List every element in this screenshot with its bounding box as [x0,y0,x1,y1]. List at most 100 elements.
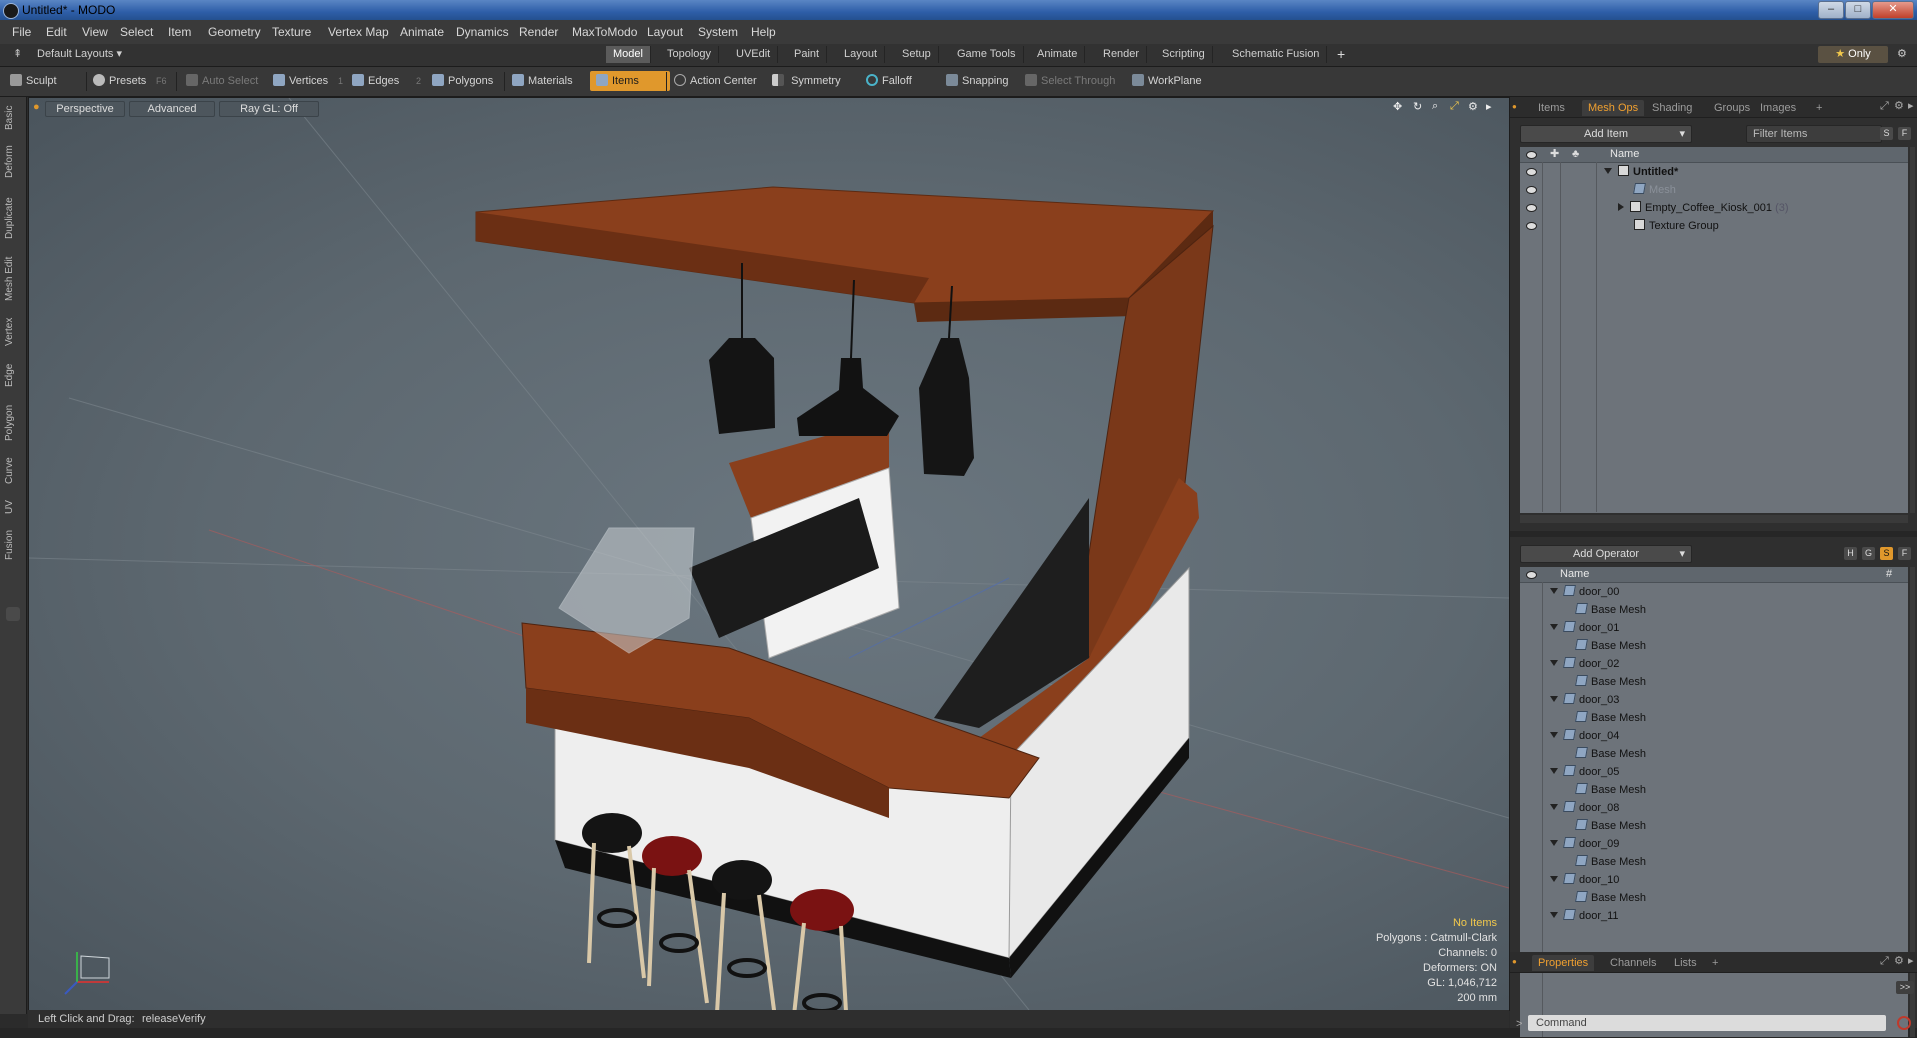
snapping-button[interactable]: Snapping [946,71,1009,91]
meshop-row[interactable]: door_04 [1520,727,1908,745]
menu-render[interactable]: Render [519,25,558,39]
meshop-row[interactable]: door_09 [1520,835,1908,853]
pan-icon[interactable]: ✥ [1393,100,1402,113]
items-button[interactable]: Items [590,71,670,91]
tab-render[interactable]: Render [1096,46,1148,63]
menu-item[interactable]: Item [168,25,191,39]
tab-paint[interactable]: Paint [787,46,828,63]
viewport-options-arrow-icon[interactable]: ▸ [1486,100,1492,113]
viewport-menu-dot-icon[interactable]: ● [33,101,40,113]
tab-game-tools[interactable]: Game Tools [950,46,1024,63]
tab-model[interactable]: Model [606,46,651,63]
eye-icon[interactable] [1526,204,1537,212]
expand-arrow-icon[interactable] [1550,696,1558,702]
vtab-vertex[interactable]: Vertex [4,315,22,349]
vtab-deform[interactable]: Deform [4,143,22,181]
workplane-button[interactable]: WorkPlane [1132,71,1202,91]
symmetry-button[interactable]: Symmetry [772,71,841,91]
expand-arrow-icon[interactable] [1550,840,1558,846]
tree-row-texture-group[interactable]: Texture Group [1520,217,1908,235]
meshop-child-row[interactable]: Base Mesh [1520,745,1908,763]
menu-file[interactable]: File [12,25,31,39]
meshop-s-button[interactable]: S [1880,547,1893,560]
tab-setup[interactable]: Setup [895,46,939,63]
expand-arrow-icon[interactable] [1550,588,1558,594]
items-scrollbar[interactable] [1910,147,1915,513]
add-item-dropdown[interactable]: Add Item ▾ [1520,125,1692,143]
3d-viewport[interactable]: ● Perspective Advanced Ray GL: Off ✥ ↻ ⌕… [28,97,1510,1011]
expand-arrow-icon[interactable] [1550,804,1558,810]
visibility-column-icon[interactable] [1526,571,1537,579]
meshop-row[interactable]: door_02 [1520,655,1908,673]
minimize-button[interactable]: – [1818,1,1844,19]
view-perspective-button[interactable]: Perspective [45,101,125,117]
menu-geometry[interactable]: Geometry [208,25,261,39]
panel-gear-icon[interactable]: ⚙ [1894,954,1904,967]
menu-vertex-map[interactable]: Vertex Map [328,25,389,39]
select-through-button[interactable]: Select Through [1025,71,1115,91]
meshop-child-row[interactable]: Base Mesh [1520,781,1908,799]
polygons-button[interactable]: Polygons [432,71,493,91]
eye-icon[interactable] [1526,186,1537,194]
properties-expand-button[interactable]: >> [1896,981,1914,994]
tab-channels[interactable]: Channels [1604,955,1662,971]
rotate-icon[interactable]: ↻ [1413,100,1422,113]
meshop-f-button[interactable]: F [1898,547,1911,560]
tab-mesh-ops[interactable]: Mesh Ops [1582,100,1645,116]
tab-schematic-fusion[interactable]: Schematic Fusion [1225,46,1328,63]
tree-row-mesh[interactable]: Mesh [1520,181,1908,199]
tab-groups[interactable]: Groups [1708,100,1756,116]
layout-arrow-icon[interactable]: ⇞ [6,46,29,63]
add-panel-tab-button[interactable]: + [1810,100,1828,116]
vtab-curve[interactable]: Curve [4,455,22,487]
panel-splitter[interactable] [1510,531,1917,537]
tab-animate[interactable]: Animate [1030,46,1086,63]
add-panel-tab-button[interactable]: + [1706,955,1724,971]
tab-lists[interactable]: Lists [1668,955,1703,971]
tab-scripting[interactable]: Scripting [1155,46,1213,63]
add-layout-tab-button[interactable]: + [1330,46,1352,63]
expand-arrow-icon[interactable] [1550,624,1558,630]
menu-texture[interactable]: Texture [272,25,311,39]
meshop-child-row[interactable]: Base Mesh [1520,637,1908,655]
panel-menu-dot-icon[interactable]: ● [1512,102,1517,111]
menu-help[interactable]: Help [751,25,776,39]
meshop-g-button[interactable]: G [1862,547,1875,560]
meshop-row[interactable]: door_01 [1520,619,1908,637]
visibility-column-icon[interactable] [1526,151,1537,159]
vtab-mesh-edit[interactable]: Mesh Edit [4,255,22,303]
maximize-button[interactable]: □ [1845,1,1871,19]
sculpt-button[interactable]: Sculpt [10,71,57,91]
menu-layout[interactable]: Layout [647,25,683,39]
meshop-row[interactable]: door_10 [1520,871,1908,889]
left-panel-toggle[interactable] [6,607,20,621]
items-hscrollbar[interactable] [1520,515,1908,523]
add-operator-dropdown[interactable]: Add Operator ▾ [1520,545,1692,563]
meshop-child-row[interactable]: Base Mesh [1520,853,1908,871]
expand-arrow-icon[interactable] [1550,660,1558,666]
tab-images[interactable]: Images [1754,100,1802,116]
expand-arrow-icon[interactable] [1618,203,1624,211]
meshop-row[interactable]: door_08 [1520,799,1908,817]
zoom-icon[interactable]: ⌕ [1432,100,1438,113]
tree-row-scene[interactable]: Untitled* [1520,163,1908,181]
command-input[interactable]: Command [1528,1015,1886,1031]
vtab-polygon[interactable]: Polygon [4,401,22,445]
record-icon[interactable] [1897,1016,1911,1030]
panel-expand-icon[interactable]: ⤢ [1880,955,1889,968]
menu-edit[interactable]: Edit [46,25,67,39]
vtab-uv[interactable]: UV [4,497,22,517]
tab-layout[interactable]: Layout [837,46,886,63]
meshop-child-row[interactable]: Base Mesh [1520,817,1908,835]
vtab-basic[interactable]: Basic [4,103,22,133]
expand-arrow-icon[interactable] [1550,768,1558,774]
meshop-child-row[interactable]: Base Mesh [1520,709,1908,727]
menu-system[interactable]: System [698,25,738,39]
meshop-child-row[interactable]: Base Mesh [1520,673,1908,691]
falloff-button[interactable]: Falloff [866,71,912,91]
vertices-button[interactable]: Vertices [273,71,328,91]
tree-row-kiosk-group[interactable]: Empty_Coffee_Kiosk_001 (3) [1520,199,1908,217]
panel-menu-dot-icon[interactable]: ● [1512,957,1517,966]
vtab-fusion[interactable]: Fusion [4,527,22,563]
tab-properties[interactable]: Properties [1532,955,1595,971]
